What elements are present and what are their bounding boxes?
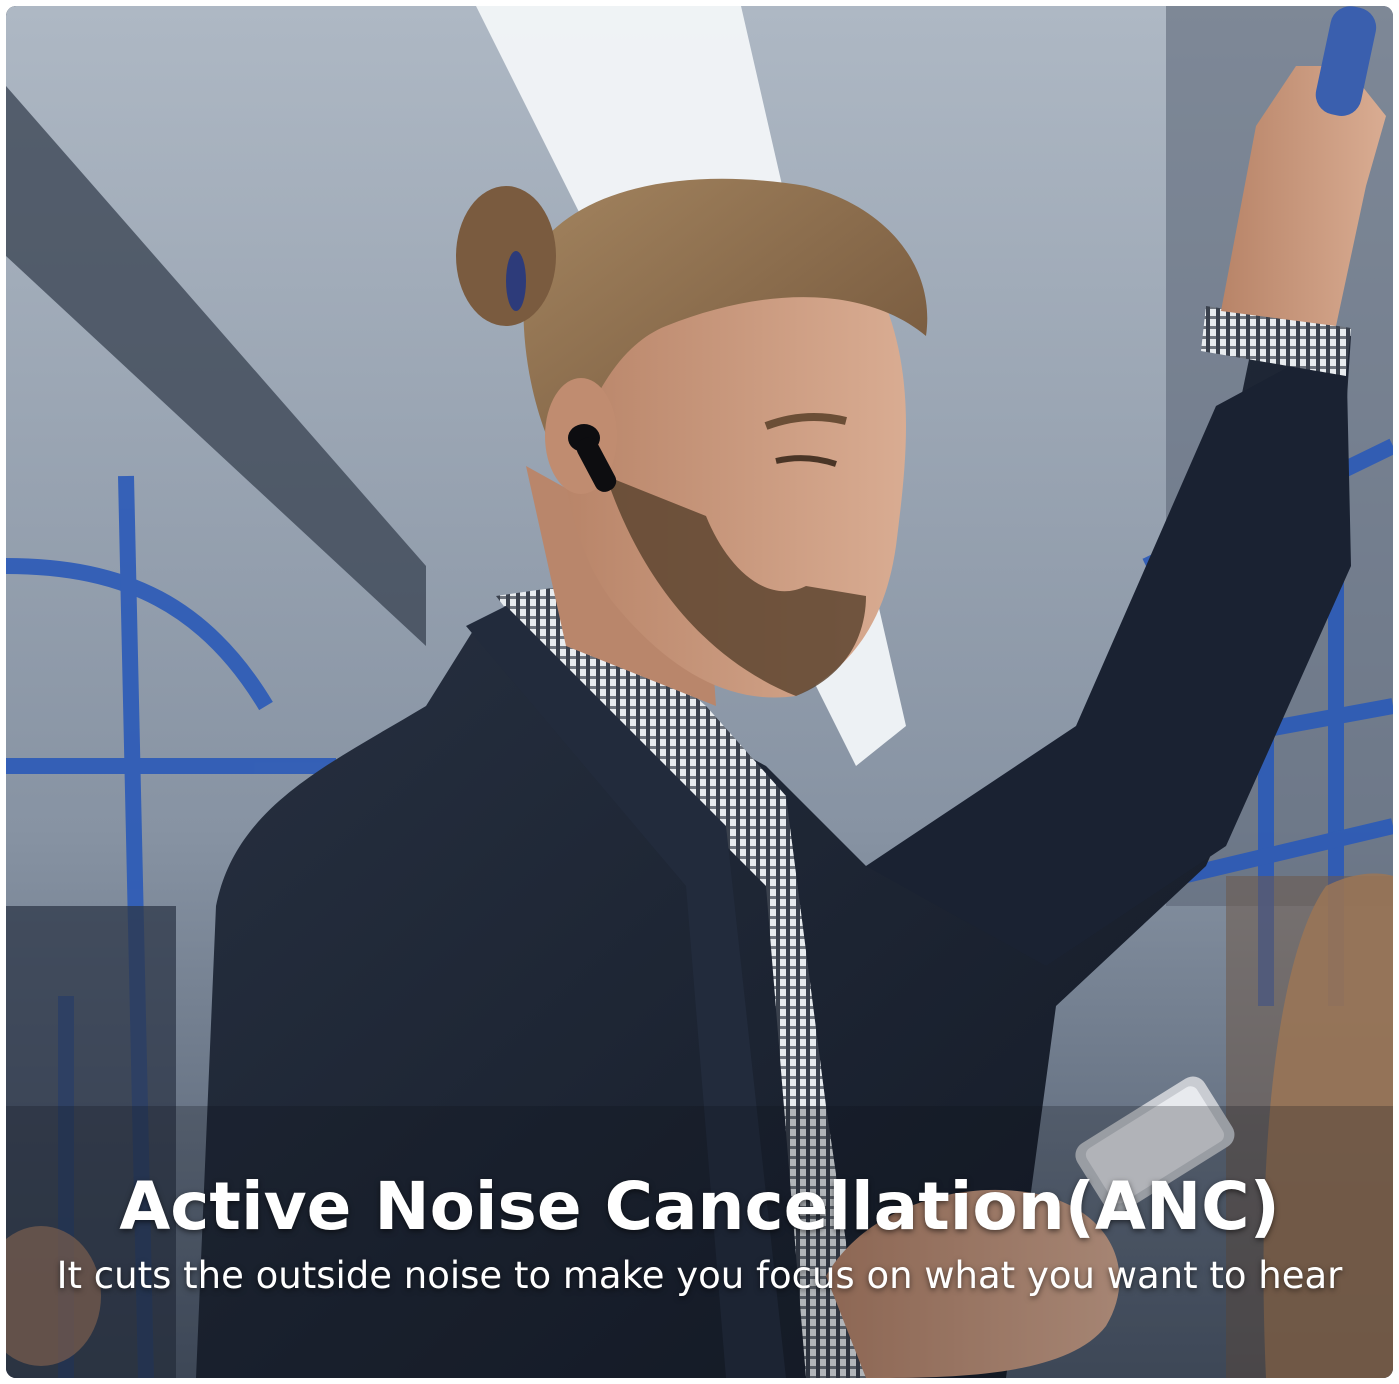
headline: Active Noise Cancellation(ANC): [119, 1168, 1280, 1245]
subline: It cuts the outside noise to make you fo…: [56, 1254, 1343, 1297]
hair-bun: [456, 186, 556, 326]
product-photo: Active Noise Cancellation(ANC) It cuts t…: [6, 6, 1393, 1378]
